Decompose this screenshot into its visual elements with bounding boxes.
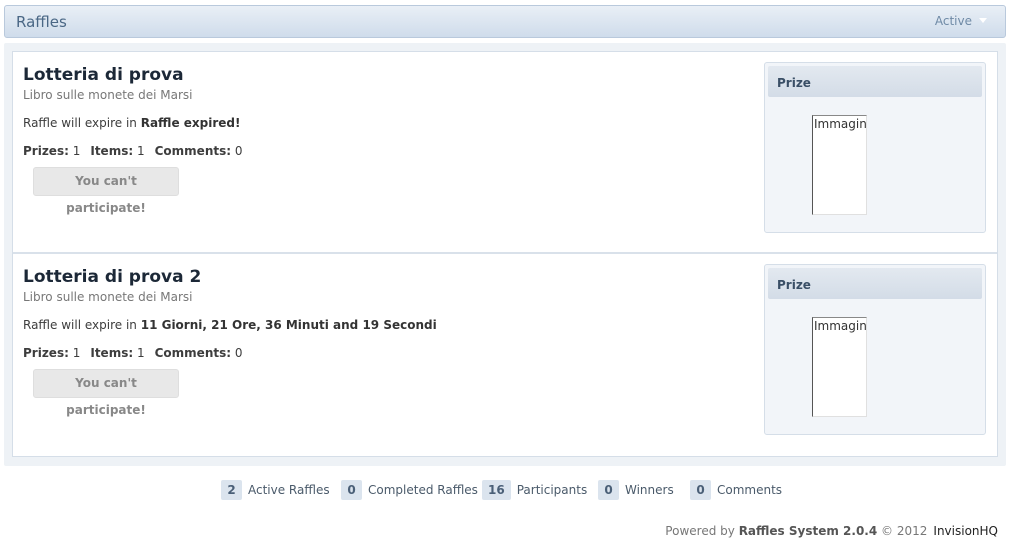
stats-bar: 2 Active Raffles 0 Completed Raffles 16 Par… (0, 480, 1012, 502)
prize-heading: Prize (768, 268, 982, 299)
stat-count: 16 (482, 480, 511, 500)
prize-heading: Prize (768, 66, 982, 97)
prize-box: Prize Immagine (764, 62, 986, 233)
prize-box: Prize Immagine (764, 264, 986, 435)
stat-comments: 0 Comments (690, 480, 782, 500)
prizes-value: 1 (72, 346, 81, 360)
page-header: Raffles Active (4, 5, 1006, 38)
raffle-item: Lotteria di prova Libro sulle monete dei… (13, 52, 997, 254)
items-value: 1 (136, 144, 145, 158)
raffle-expiry: Raffle will expire in Raffle expired! (23, 116, 240, 130)
prizes-value: 1 (72, 144, 81, 158)
prizes-label: Prizes: (23, 144, 69, 158)
stat-label: Completed Raffles (368, 483, 478, 497)
stat-active-raffles: 2 Active Raffles (221, 480, 330, 500)
raffles-container: Lotteria di prova Libro sulle monete dei… (4, 43, 1006, 466)
prize-image[interactable]: Immagine (812, 115, 867, 215)
expiry-value: 11 Giorni, 21 Ore, 36 Minuti and 19 Seco… (140, 318, 437, 332)
raffle-title[interactable]: Lotteria di prova 2 (23, 267, 201, 287)
prizes-label: Prizes: (23, 346, 69, 360)
stat-completed-raffles: 0 Completed Raffles (341, 480, 478, 500)
footer-company-link[interactable]: InvisionHQ (933, 524, 998, 538)
items-label: Items: (90, 346, 134, 360)
comments-label: Comments: (154, 346, 232, 360)
status-filter-label: Active (934, 14, 972, 28)
raffle-stats: Prizes: 1 Items: 1 Comments: 0 (23, 346, 243, 360)
raffle-title[interactable]: Lotteria di prova (23, 65, 184, 85)
comments-label: Comments: (154, 144, 232, 158)
stat-count: 2 (221, 480, 242, 500)
expiry-value: Raffle expired! (140, 116, 241, 130)
footer-prefix: Powered by (665, 524, 735, 538)
prize-image[interactable]: Immagine (812, 317, 867, 417)
items-label: Items: (90, 144, 134, 158)
footer-product[interactable]: Raffles System 2.0.4 (739, 524, 878, 538)
raffle-stats: Prizes: 1 Items: 1 Comments: 0 (23, 144, 243, 158)
raffle-subtitle: Libro sulle monete dei Marsi (23, 290, 193, 304)
items-value: 1 (136, 346, 145, 360)
footer-credits: Powered by Raffles System 2.0.4 © 2012 In… (665, 524, 998, 538)
footer-copyright: © 2012 (881, 524, 928, 538)
stat-winners: 0 Winners (598, 480, 674, 500)
stat-participants: 16 Participants (482, 480, 587, 500)
status-filter-dropdown[interactable]: Active (935, 14, 987, 28)
participate-button[interactable]: You can't participate! (33, 369, 179, 417)
stat-label: Winners (625, 483, 674, 497)
comments-value: 0 (234, 346, 243, 360)
raffle-item: Lotteria di prova 2 Libro sulle monete d… (13, 254, 997, 456)
expiry-prefix: Raffle will expire in (23, 116, 137, 130)
page-title: Raffles (16, 13, 67, 31)
expiry-prefix: Raffle will expire in (23, 318, 137, 332)
stat-count: 0 (690, 480, 711, 500)
raffle-subtitle: Libro sulle monete dei Marsi (23, 88, 193, 102)
raffle-expiry: Raffle will expire in 11 Giorni, 21 Ore,… (23, 318, 437, 332)
chevron-down-icon (979, 18, 987, 23)
comments-value: 0 (234, 144, 243, 158)
stat-count: 0 (598, 480, 619, 500)
participate-button[interactable]: You can't participate! (33, 167, 179, 215)
raffle-list: Lotteria di prova Libro sulle monete dei… (12, 51, 998, 457)
stat-label: Participants (516, 483, 588, 497)
stat-count: 0 (341, 480, 362, 500)
stat-label: Active Raffles (248, 483, 330, 497)
stat-label: Comments (717, 483, 783, 497)
